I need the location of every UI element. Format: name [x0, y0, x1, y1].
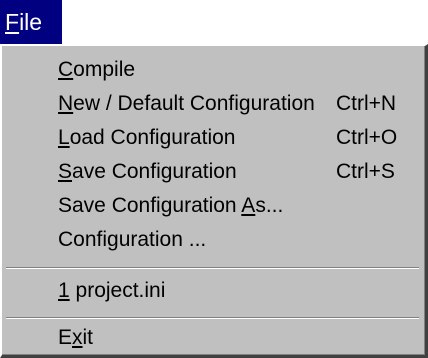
menu-item-configuration-label: Configuration ... [58, 228, 207, 251]
menu-item-recent-mnemonic: 1 [58, 279, 70, 302]
menu-item-exit-label-start: E [58, 326, 73, 349]
menu-item-save-label: ave Configuration [72, 160, 237, 183]
menu-item-exit[interactable]: Exit [2, 321, 425, 355]
menu-item-compile-label: ompile [73, 58, 136, 81]
menu-item-new-label: ew / Default Configuration [73, 92, 315, 115]
menu-item-load-shortcut: Ctrl+O [336, 126, 398, 149]
menu-item-save-as-label-start: Save Configuration [58, 194, 242, 217]
menu-item-recent-label: project.ini [69, 279, 166, 302]
menu-item-compile-mnemonic: C [58, 58, 74, 81]
menu-item-load-mnemonic: L [58, 126, 70, 149]
menu-item-load-label: oad Configuration [69, 126, 236, 149]
menu-item-save-mnemonic: S [58, 160, 73, 183]
menu-item-exit-mnemonic: x [72, 326, 83, 349]
file-menu-mnemonic: F [5, 9, 20, 35]
menu-separator [6, 267, 419, 269]
menu-item-save-as-label-end: s... [255, 194, 284, 217]
menu-separator [6, 317, 419, 319]
menu-item-compile[interactable]: Compile [2, 53, 425, 87]
menu-item-save-shortcut: Ctrl+S [336, 160, 395, 183]
menu-item-load-configuration[interactable]: Load Configuration Ctrl+O [2, 121, 425, 155]
file-menu-title[interactable]: File [0, 0, 62, 44]
menu-item-new-mnemonic: N [58, 92, 74, 115]
menu-item-new-shortcut: Ctrl+N [336, 92, 397, 115]
menu-item-save-configuration-as[interactable]: Save Configuration As... [2, 189, 425, 223]
menu-item-configuration[interactable]: Configuration ... [2, 223, 425, 257]
file-dropdown-menu: Compile New / Default Configuration Ctrl… [0, 44, 428, 358]
file-menu-title-rest: ile [19, 9, 43, 35]
menu-item-recent-project-ini[interactable]: 1 project.ini [2, 274, 425, 308]
menu-item-save-configuration[interactable]: Save Configuration Ctrl+S [2, 155, 425, 189]
menu-item-new-default-configuration[interactable]: New / Default Configuration Ctrl+N [2, 87, 425, 121]
menu-item-save-as-mnemonic: A [241, 194, 256, 217]
menu-item-exit-label-end: it [82, 326, 94, 349]
